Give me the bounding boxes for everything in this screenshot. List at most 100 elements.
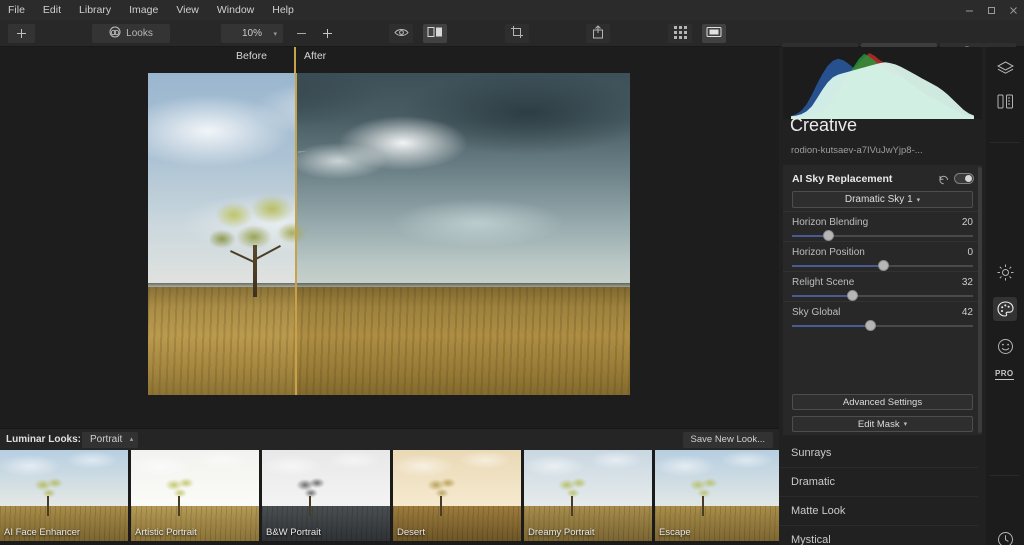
sky-preset-select[interactable]: Dramatic Sky 1 ▾ <box>792 191 973 208</box>
slider-label: Horizon Blending <box>792 217 869 228</box>
tool-title: AI Sky Replacement <box>792 173 893 185</box>
menu-view[interactable]: View <box>167 0 208 20</box>
zoom-level-select[interactable]: 10% ▾ <box>221 24 283 43</box>
compare-view-button[interactable] <box>423 24 447 43</box>
menu-edit[interactable]: Edit <box>34 0 70 20</box>
advanced-settings-label: Advanced Settings <box>842 396 923 408</box>
separator <box>783 241 982 242</box>
menu-window[interactable]: Window <box>208 0 263 20</box>
looks-rings-icon <box>109 26 121 41</box>
look-thumbnail-label: Escape <box>659 527 691 538</box>
zoom-out-button[interactable] <box>291 24 311 43</box>
look-thumbnail-label: B&W Portrait <box>266 527 321 538</box>
slider-horizon-blending[interactable]: Horizon Blending 20 <box>792 217 973 247</box>
canvas-tools-icon[interactable] <box>993 89 1017 113</box>
grid-view-button[interactable] <box>668 24 692 43</box>
look-thumbnail-label: AI Face Enhancer <box>4 527 81 538</box>
slider-horizon-position[interactable]: Horizon Position 0 <box>792 247 973 277</box>
photo-preview[interactable] <box>148 73 630 395</box>
close-icon[interactable] <box>1002 0 1024 20</box>
history-clock-icon[interactable] <box>993 527 1017 545</box>
slider-knob[interactable] <box>864 320 876 331</box>
main-toolbar: Looks 10% ▾ <box>0 20 1024 64</box>
look-thumbnail[interactable]: Artistic Portrait <box>131 450 259 541</box>
portrait-face-icon[interactable] <box>993 334 1017 358</box>
luminar-looks-title: Luminar Looks: <box>6 434 82 445</box>
looks-category-select[interactable]: Portrait ▴ <box>82 432 139 448</box>
panel-scrollbar[interactable] <box>978 167 982 433</box>
look-thumbnail-label: Dreamy Portrait <box>528 527 595 538</box>
edit-mask-label: Edit Mask <box>857 418 900 430</box>
look-thumbnail[interactable]: AI Face Enhancer <box>0 450 128 541</box>
tool-list-item-matte-look[interactable]: Matte Look <box>779 497 978 526</box>
look-thumbnail[interactable]: Escape <box>655 450 783 541</box>
tool-list-item-sunrays[interactable]: Sunrays <box>779 439 978 468</box>
pro-icon[interactable]: PRO <box>995 369 1014 380</box>
tool-list-item-label: Matte Look <box>791 505 846 517</box>
single-view-button[interactable] <box>702 24 726 43</box>
preview-toggle-button[interactable] <box>389 24 413 43</box>
export-button[interactable] <box>586 24 610 43</box>
slider-value: 20 <box>961 217 973 228</box>
edit-mask-button[interactable]: Edit Mask ▾ <box>792 416 973 432</box>
split-handle-top[interactable] <box>294 47 296 73</box>
reset-icon[interactable] <box>938 172 950 190</box>
menu-help[interactable]: Help <box>263 0 303 20</box>
window-controls <box>958 0 1024 20</box>
chevron-down-icon: ▾ <box>273 30 277 38</box>
menu-file[interactable]: File <box>0 0 34 20</box>
tool-list-item-label: Mystical <box>791 534 831 545</box>
creative-palette-icon[interactable] <box>993 297 1017 321</box>
thumbnail-tree <box>30 476 70 516</box>
looks-filmstrip[interactable]: AI Face Enhancer Artistic Portrait B&W Por… <box>0 450 783 545</box>
advanced-settings-button[interactable]: Advanced Settings <box>792 394 973 410</box>
look-thumbnail-label: Desert <box>397 527 425 538</box>
crop-button[interactable] <box>505 24 529 43</box>
looks-button[interactable]: Looks <box>92 24 170 43</box>
maximize-icon[interactable] <box>980 0 1002 20</box>
visibility-toggle-icon[interactable] <box>954 173 974 184</box>
menu-library[interactable]: Library <box>70 0 120 20</box>
crop-icon <box>510 25 524 42</box>
slider-fill <box>792 265 883 267</box>
thumbnail-tree <box>292 476 332 516</box>
menubar: File Edit Library Image View Window Help <box>0 0 1024 20</box>
looks-category-value: Portrait <box>90 434 123 445</box>
slider-knob[interactable] <box>846 290 858 301</box>
filename-label: rodion-kutsaev-a7IVuJwYjp8-... <box>791 145 923 156</box>
eye-icon <box>393 27 409 41</box>
before-after-labels: Before After <box>0 50 779 68</box>
tool-list-item-label: Sunrays <box>791 447 832 459</box>
essentials-sun-icon[interactable] <box>993 260 1017 284</box>
slider-knob[interactable] <box>823 230 835 241</box>
look-thumbnail[interactable]: Dreamy Portrait <box>524 450 652 541</box>
chevron-down-icon: ▾ <box>903 421 908 428</box>
slider-sky-global[interactable]: Sky Global 42 <box>792 307 973 337</box>
luminar-looks-bar: Luminar Looks: Portrait ▴ Save New Look.… <box>0 428 779 450</box>
image-canvas[interactable]: Before After <box>0 47 779 428</box>
slider-value: 32 <box>961 277 973 288</box>
sky-preset-value: Dramatic Sky 1 <box>844 194 913 205</box>
looks-button-label: Looks <box>126 28 153 39</box>
slider-value: 42 <box>961 307 973 318</box>
menu-image[interactable]: Image <box>120 0 167 20</box>
slider-relight-scene[interactable]: Relight Scene 32 <box>792 277 973 307</box>
before-after-split-handle[interactable] <box>295 73 297 395</box>
edit-side-panel: Creative rodion-kutsaev-a7IVuJwYjp8-... … <box>779 47 986 545</box>
minimize-icon[interactable] <box>958 0 980 20</box>
histogram <box>783 47 982 120</box>
look-thumbnail[interactable]: Desert <box>393 450 521 541</box>
zoom-in-button[interactable] <box>317 24 337 43</box>
look-thumbnail[interactable]: B&W Portrait <box>262 450 390 541</box>
after-label: After <box>304 50 327 62</box>
chevron-down-icon: ▾ <box>916 196 921 204</box>
save-new-look-button[interactable]: Save New Look... <box>682 432 773 448</box>
tool-list-item-mystical[interactable]: Mystical <box>779 526 978 545</box>
look-thumbnail-label: Artistic Portrait <box>135 527 197 538</box>
add-button[interactable] <box>8 24 35 43</box>
chevron-up-icon: ▴ <box>129 436 134 443</box>
layers-icon[interactable] <box>993 56 1017 80</box>
separator <box>783 271 982 272</box>
slider-knob[interactable] <box>877 260 889 271</box>
tool-list-item-dramatic[interactable]: Dramatic <box>779 468 978 497</box>
